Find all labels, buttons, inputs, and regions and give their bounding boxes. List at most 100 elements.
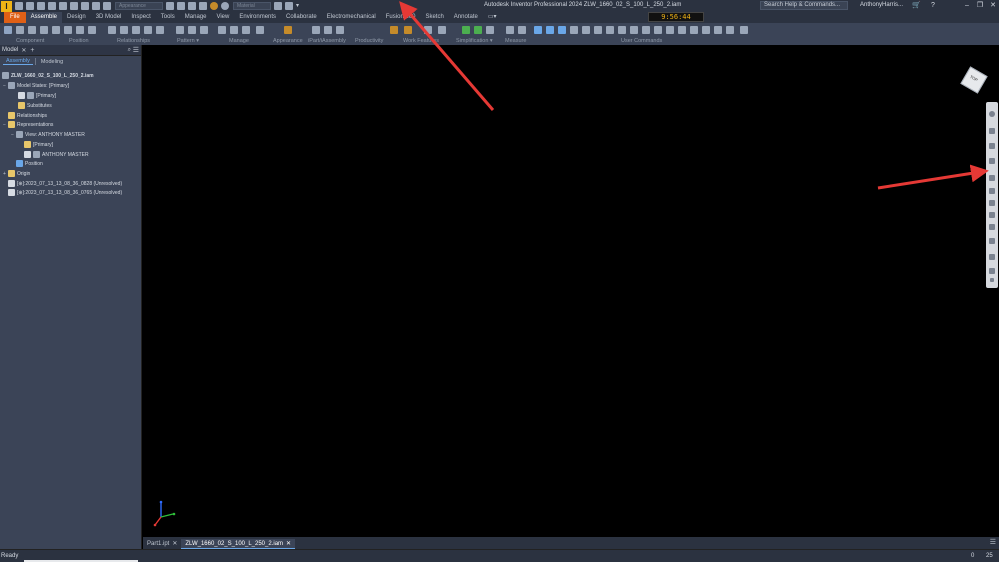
axis-icon[interactable] (404, 26, 412, 34)
user-command-2-icon[interactable] (546, 26, 554, 34)
joint-icon[interactable] (108, 26, 116, 34)
tab-assemble[interactable]: Assemble (25, 12, 63, 23)
show-icon[interactable] (132, 26, 140, 34)
tab-file[interactable]: File (4, 12, 26, 23)
subtab-modeling[interactable]: Modeling (38, 59, 66, 65)
material-dropdown[interactable]: Material (233, 2, 271, 10)
home-icon[interactable] (70, 2, 78, 10)
user-command-9-icon[interactable] (630, 26, 638, 34)
create-component-icon[interactable] (16, 26, 24, 34)
steering-wheel-icon[interactable] (989, 111, 995, 117)
close-icon[interactable]: ✕ (286, 539, 291, 549)
create-iassembly-icon[interactable] (324, 26, 332, 34)
pattern-icon[interactable] (176, 26, 184, 34)
tab-electromechanical[interactable]: Electromechanical (322, 12, 381, 23)
tab-manage[interactable]: Manage (180, 12, 212, 23)
user-command-15-icon[interactable] (702, 26, 710, 34)
doctab-part1[interactable]: Part1.ipt ✕ (143, 539, 181, 549)
tree-row-relationships[interactable]: Relationships (8, 111, 47, 120)
tab-tools[interactable]: Tools (156, 12, 180, 23)
checkbox-icon[interactable] (18, 92, 25, 99)
shrinkwrap-icon[interactable] (462, 26, 470, 34)
free-move-icon[interactable] (64, 26, 72, 34)
color-icon[interactable] (210, 2, 218, 10)
tab-sketch[interactable]: Sketch (420, 12, 448, 23)
user-command-11-icon[interactable] (654, 26, 662, 34)
tree-row-view-primary[interactable]: [Primary] (24, 140, 53, 149)
zoom-selected-icon[interactable] (989, 212, 995, 218)
measure-ribbon-icon[interactable] (506, 26, 514, 34)
mirror-icon[interactable] (188, 26, 196, 34)
user-command-3-icon[interactable] (558, 26, 566, 34)
adjust-appearance-icon[interactable] (284, 26, 292, 34)
zoom-window-icon[interactable] (989, 200, 995, 206)
collapse-icon[interactable]: − (10, 132, 15, 138)
parameters-icon[interactable] (285, 2, 293, 10)
tree-row-primary-state[interactable]: [Primary] (18, 91, 56, 100)
tab-environments[interactable]: Environments (234, 12, 281, 23)
productivity-icon[interactable] (336, 26, 344, 34)
inventor-logo-icon[interactable]: I (1, 0, 12, 12)
previous-view-icon[interactable] (989, 238, 995, 244)
doctab-assembly[interactable]: ZLW_1660_02_S_100_L_250_2.iam ✕ (181, 539, 296, 549)
grip-snap-icon[interactable] (88, 26, 96, 34)
user-command-12-icon[interactable] (666, 26, 674, 34)
simplify-icon[interactable] (474, 26, 482, 34)
viewcube[interactable]: TOP (956, 62, 992, 98)
help-icon[interactable]: ? (929, 1, 937, 10)
user-command-10-icon[interactable] (642, 26, 650, 34)
close-icon[interactable]: ✕ (172, 539, 177, 549)
place-component-icon[interactable] (4, 26, 12, 34)
point-icon[interactable] (424, 26, 432, 34)
doctab-menu-icon[interactable]: ☰ (990, 538, 996, 546)
tab-annotate[interactable]: Annotate (449, 12, 483, 23)
tab-view[interactable]: View (211, 12, 234, 23)
minimize-button[interactable]: – (963, 1, 971, 10)
open-file-icon[interactable] (26, 2, 34, 10)
ribbon-display-toggle-icon[interactable]: ▭▾ (483, 12, 502, 23)
appearance-dropdown[interactable]: Appearance (115, 2, 163, 10)
new-file-icon[interactable] (15, 2, 23, 10)
print-icon[interactable] (81, 2, 89, 10)
tree-row-unresolved-2[interactable]: [⊕]:2023_07_13_13_08_36_0765 (Unresolved… (8, 188, 122, 197)
tree-row-position[interactable]: Position (16, 159, 43, 168)
expand-icon[interactable]: + (2, 171, 7, 177)
pan-icon[interactable] (989, 128, 995, 134)
select-icon[interactable] (103, 2, 111, 10)
add-icon[interactable] (188, 2, 196, 10)
free-orbit-icon[interactable] (989, 224, 995, 230)
comment-icon[interactable] (274, 2, 282, 10)
ucs-icon[interactable] (438, 26, 446, 34)
search-help-input[interactable]: Search Help & Commands... (760, 1, 848, 10)
plane-icon[interactable] (390, 26, 398, 34)
browser-menu-icon[interactable]: ☰ (133, 46, 139, 54)
hide-all-icon[interactable] (156, 26, 164, 34)
user-command-13-icon[interactable] (678, 26, 686, 34)
cart-icon[interactable]: 🛒 (912, 1, 921, 10)
update-icon[interactable] (92, 2, 100, 10)
user-command-1-icon[interactable] (534, 26, 542, 34)
tree-row-model-states[interactable]: − Model States: [Primary] (2, 81, 69, 90)
browser-close-icon[interactable]: ✕ (21, 47, 26, 54)
tab-fusion-360[interactable]: Fusion 360 (381, 12, 421, 23)
camera-icon[interactable] (199, 2, 207, 10)
user-command-16-icon[interactable] (714, 26, 722, 34)
parameters-ribbon-icon[interactable] (256, 26, 264, 34)
tab-inspect[interactable]: Inspect (126, 12, 155, 23)
measure-icon[interactable] (177, 2, 185, 10)
collapse-icon[interactable]: − (2, 83, 7, 89)
ribbon-group-pattern[interactable]: Pattern ▾ (177, 38, 199, 44)
home-view-icon[interactable] (989, 254, 995, 260)
constrain-icon[interactable] (120, 26, 128, 34)
user-account-menu[interactable]: AnthonyHarris... (860, 2, 903, 8)
user-command-4-icon[interactable] (570, 26, 578, 34)
save-icon[interactable] (37, 2, 45, 10)
user-command-8-icon[interactable] (618, 26, 626, 34)
user-command-18-icon[interactable] (740, 26, 748, 34)
tree-row-unresolved-1[interactable]: [⊕]:2023_07_13_13_08_36_0828 (Unresolved… (8, 179, 122, 188)
close-button[interactable]: ✕ (989, 1, 997, 10)
ilogic-icon[interactable] (242, 26, 250, 34)
tree-row-origin[interactable]: + Origin (2, 169, 30, 178)
redo-icon[interactable] (59, 2, 67, 10)
mirror-component-icon[interactable] (40, 26, 48, 34)
